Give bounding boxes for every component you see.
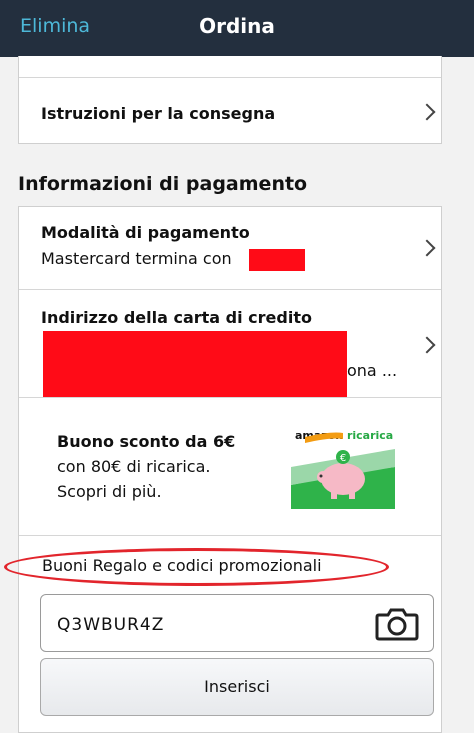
delivery-instructions-row[interactable]: Istruzioni per la consegna (19, 78, 441, 144)
delivery-card: Istruzioni per la consegna (18, 56, 442, 144)
billing-address-title: Indirizzo della carta di credito (41, 308, 312, 327)
promo-code-input[interactable]: Q3WBUR4Z (40, 594, 434, 652)
chevron-right-icon (418, 103, 436, 121)
payment-card: Modalità di pagamento Mastercard termina… (18, 206, 442, 733)
payment-section-title: Informazioni di pagamento (18, 173, 308, 195)
divider (19, 535, 441, 536)
insert-code-button[interactable]: Inserisci (40, 658, 434, 716)
payment-method-row[interactable]: Modalità di pagamento Mastercard termina… (19, 207, 441, 289)
piggy-bank-illustration-icon: € (291, 432, 395, 509)
promo-line-2: con 80€ di ricarica. (57, 457, 211, 476)
billing-address-fragment: ona ... (347, 361, 398, 380)
billing-address-row[interactable]: Indirizzo della carta di credito ona ... (19, 290, 441, 397)
chevron-right-icon (418, 239, 436, 257)
promo-line-3: Scopri di più. (57, 482, 162, 501)
redaction-card-number (249, 249, 305, 271)
svg-text:€: € (340, 453, 346, 464)
payment-method-title: Modalità di pagamento (41, 223, 250, 242)
chevron-right-icon (418, 336, 436, 354)
promo-headline: Buono sconto da 6€ (57, 432, 236, 451)
delivery-instructions-label: Istruzioni per la consegna (41, 104, 276, 123)
gift-codes-label: Buoni Regalo e codici promozionali (42, 556, 322, 575)
redaction-address (43, 331, 347, 397)
payment-method-value: Mastercard termina con (41, 249, 232, 268)
promo-code-value: Q3WBUR4Z (57, 615, 165, 635)
navigation-bar: Elimina Ordina (0, 0, 474, 57)
camera-icon[interactable] (375, 607, 419, 641)
page-title: Ordina (199, 14, 275, 38)
